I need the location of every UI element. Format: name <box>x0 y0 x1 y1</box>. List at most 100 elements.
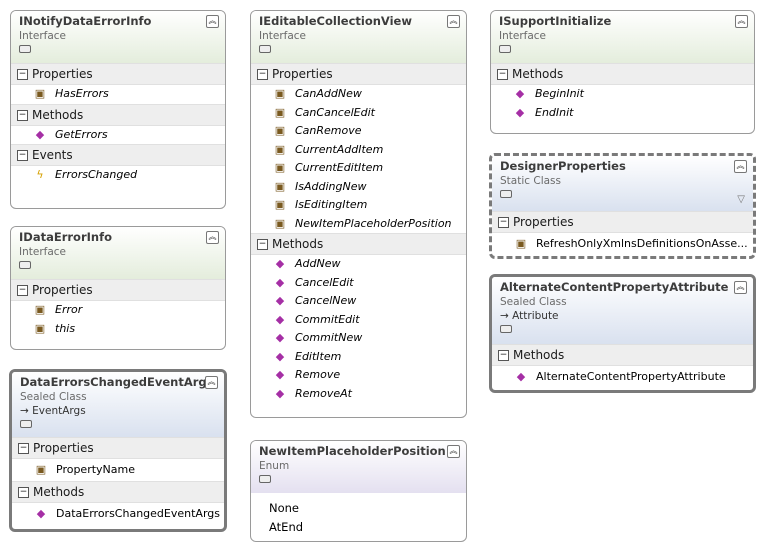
property-icon: ▣ <box>274 105 286 119</box>
type-kind: Enum <box>259 460 290 472</box>
minus-icon[interactable]: − <box>498 217 509 228</box>
collapse-icon[interactable]: ︽ <box>447 15 460 28</box>
method-icon: ◆ <box>275 275 285 289</box>
member-item[interactable]: ▣ NewItemPlaceholderPosition <box>251 215 466 234</box>
collapse-icon[interactable]: ︽ <box>206 231 219 244</box>
minus-icon[interactable]: − <box>257 69 268 80</box>
minus-icon[interactable]: − <box>17 69 28 80</box>
inotifydataerrorinfo-box[interactable]: INotifyDataErrorInfo Interface ︽ − Proper… <box>10 10 226 209</box>
member-item[interactable]: ◆ CommitEdit <box>251 311 466 330</box>
collapse-icon[interactable]: ︽ <box>205 376 218 389</box>
filter-icon[interactable]: ▽ <box>737 194 745 205</box>
type-kind: Interface <box>259 30 307 42</box>
minus-icon[interactable]: − <box>497 69 508 80</box>
arrow-icon: → <box>500 310 509 322</box>
member-item[interactable]: ▣ this <box>11 320 225 339</box>
collapse-icon[interactable]: ︽ <box>447 445 460 458</box>
minus-icon[interactable]: − <box>18 487 29 498</box>
section-methods[interactable]: − Methods <box>491 63 754 85</box>
section-properties[interactable]: − Properties <box>12 437 224 459</box>
member-item[interactable]: ◆ BeginInit <box>491 85 754 104</box>
collapse-icon[interactable]: ︽ <box>734 281 747 294</box>
type-title: NewItemPlaceholderPosition <box>259 444 446 458</box>
member-item[interactable]: ◆ EndInit <box>491 104 754 123</box>
member-label: CancelEdit <box>295 275 354 289</box>
dataerrorschangedeventargs-box[interactable]: DataErrorsChangedEventArgs Sealed Class … <box>9 369 227 532</box>
member-item[interactable]: ◆ CancelEdit <box>251 274 466 293</box>
enum-values: None AtEnd <box>251 493 466 537</box>
member-item[interactable]: ▣ CanAddNew <box>251 85 466 104</box>
member-item[interactable]: ▣ PropertyName <box>12 459 224 481</box>
member-label: CanRemove <box>295 124 362 137</box>
alternatecontentpropertyattribute-header[interactable]: AlternateContentPropertyAttribute Sealed… <box>492 277 753 344</box>
method-icon: ◆ <box>275 257 285 270</box>
property-icon: ▣ <box>274 216 286 230</box>
member-item[interactable]: ▣ IsAddingNew <box>251 178 466 197</box>
collapse-icon[interactable]: ︽ <box>735 15 748 28</box>
property-icon: ▣ <box>274 179 286 193</box>
member-item[interactable]: ▣ CanCancelEdit <box>251 104 466 123</box>
member-item[interactable]: ▣ HasErrors <box>11 85 225 104</box>
dataerrorschangedeventargs-header[interactable]: DataErrorsChangedEventArgs Sealed Class … <box>12 372 224 437</box>
member-item[interactable]: ϟ ErrorsChanged <box>11 166 225 185</box>
collapse-icon[interactable]: ︽ <box>206 15 219 28</box>
section-properties[interactable]: − Properties <box>11 279 225 301</box>
member-item[interactable]: ◆ AddNew <box>251 255 466 274</box>
designerproperties-box[interactable]: DesignerProperties Static Class ︽ ▽ − Pro… <box>489 153 756 259</box>
section-methods[interactable]: − Methods <box>492 344 753 366</box>
member-item[interactable]: ◆ Remove <box>251 366 466 385</box>
section-methods[interactable]: − Methods <box>251 233 466 255</box>
member-item[interactable]: ▣ RefreshOnlyXmlnsDefinitionsOnAsse... <box>492 233 753 255</box>
newitemplaceholderposition-header[interactable]: NewItemPlaceholderPosition Enum ︽ <box>251 441 466 493</box>
minus-icon[interactable]: − <box>257 239 268 250</box>
alternatecontentpropertyattribute-box[interactable]: AlternateContentPropertyAttribute Sealed… <box>489 274 756 393</box>
interface-icon <box>259 45 271 53</box>
type-kind: Interface <box>499 30 547 42</box>
type-kind: Static Class <box>500 175 561 187</box>
ieditablecollectionview-header[interactable]: IEditableCollectionView Interface ︽ <box>251 11 466 63</box>
member-item[interactable]: ▣ CurrentEditItem <box>251 159 466 178</box>
member-item[interactable]: ◆ CommitNew <box>251 329 466 348</box>
isupportinitialize-box[interactable]: ISupportInitialize Interface ︽ − Methods … <box>490 10 755 134</box>
member-item[interactable]: ◆ CancelNew <box>251 292 466 311</box>
section-label: Properties <box>272 67 333 81</box>
idataerrorinfo-header[interactable]: IDataErrorInfo Interface ︽ <box>11 227 225 279</box>
minus-icon[interactable]: − <box>17 109 28 121</box>
minus-icon[interactable]: − <box>17 285 28 296</box>
idataerrorinfo-box[interactable]: IDataErrorInfo Interface ︽ − Properties ▣… <box>10 226 226 350</box>
base-type: → EventArgs <box>20 404 216 418</box>
enum-value[interactable]: None <box>251 499 466 518</box>
member-label: RefreshOnlyXmlnsDefinitionsOnAsse... <box>536 237 748 250</box>
member-item[interactable]: ▣ CurrentAddItem <box>251 141 466 160</box>
member-item[interactable]: ◆ GetErrors <box>11 126 225 145</box>
type-title: DesignerProperties <box>500 159 626 173</box>
section-properties[interactable]: − Properties <box>11 63 225 85</box>
section-label: Methods <box>272 237 324 251</box>
base-type-label: Attribute <box>512 310 559 322</box>
member-item[interactable]: ▣ IsEditingItem <box>251 196 466 215</box>
member-item[interactable]: ◆ AlternateContentPropertyAttribute <box>492 366 753 388</box>
section-properties[interactable]: − Properties <box>492 211 753 233</box>
member-item[interactable]: ◆ DataErrorsChangedEventArgs <box>12 503 224 525</box>
enum-value[interactable]: AtEnd <box>251 518 466 537</box>
minus-icon[interactable]: − <box>498 350 509 361</box>
section-methods[interactable]: − Methods <box>12 481 224 503</box>
section-label: Methods <box>513 348 565 362</box>
section-methods[interactable]: − Methods <box>11 103 225 126</box>
designerproperties-header[interactable]: DesignerProperties Static Class ︽ ▽ <box>492 156 753 211</box>
isupportinitialize-header[interactable]: ISupportInitialize Interface ︽ <box>491 11 754 63</box>
property-icon: ▣ <box>34 321 46 335</box>
member-item[interactable]: ▣ Error <box>11 301 225 320</box>
member-item[interactable]: ◆ EditItem <box>251 348 466 367</box>
minus-icon[interactable]: − <box>18 443 29 454</box>
section-properties[interactable]: − Properties <box>251 63 466 85</box>
member-item[interactable]: ▣ CanRemove <box>251 122 466 141</box>
member-item[interactable]: ◆ RemoveAt <box>251 385 466 404</box>
inotifydataerrorinfo-header[interactable]: INotifyDataErrorInfo Interface ︽ <box>11 11 225 63</box>
collapse-icon[interactable]: ︽ <box>734 160 747 173</box>
member-label: CanAddNew <box>295 87 362 100</box>
ieditablecollectionview-box[interactable]: IEditableCollectionView Interface ︽ − Pro… <box>250 10 467 418</box>
newitemplaceholderposition-box[interactable]: NewItemPlaceholderPosition Enum ︽ None A… <box>250 440 467 542</box>
minus-icon[interactable]: − <box>17 150 28 161</box>
section-events[interactable]: − Events <box>11 144 225 166</box>
